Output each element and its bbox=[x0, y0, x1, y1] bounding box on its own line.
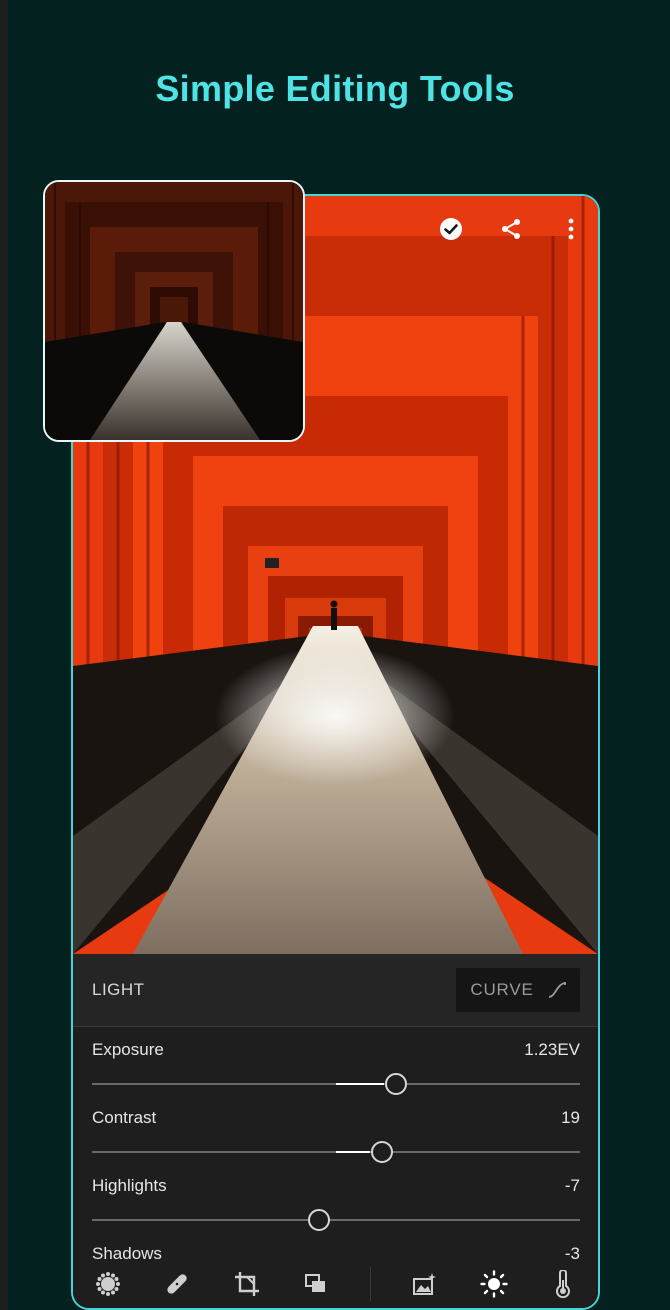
slider-label: Contrast bbox=[92, 1108, 157, 1127]
exposure-slider[interactable]: Exposure 1.23EV bbox=[92, 1040, 580, 1100]
tool-bar bbox=[73, 1260, 598, 1308]
slider-label: Highlights bbox=[92, 1176, 167, 1195]
auto-icon[interactable] bbox=[408, 1268, 440, 1300]
more-vertical-icon[interactable] bbox=[558, 216, 584, 242]
slider-thumb[interactable] bbox=[371, 1141, 394, 1163]
contrast-slider[interactable]: Contrast 19 bbox=[92, 1108, 580, 1168]
toolbar-divider bbox=[369, 1267, 371, 1301]
crop-icon[interactable] bbox=[231, 1268, 263, 1300]
slider-value: 1.23EV bbox=[524, 1040, 580, 1059]
slider-fill bbox=[336, 1151, 371, 1153]
slider-value: -7 bbox=[564, 1176, 580, 1195]
slider-fill bbox=[336, 1083, 385, 1085]
promo-title: Simple Editing Tools bbox=[155, 68, 515, 109]
left-edge bbox=[0, 0, 8, 1310]
curve-label: CURVE bbox=[470, 980, 534, 999]
slider-label: Exposure bbox=[92, 1040, 164, 1059]
before-thumbnail bbox=[43, 180, 305, 442]
highlights-slider[interactable]: Highlights -7 bbox=[92, 1176, 580, 1236]
color-temperature-icon[interactable] bbox=[547, 1268, 579, 1300]
panel-title: LIGHT bbox=[92, 980, 145, 999]
slider-thumb[interactable] bbox=[385, 1073, 408, 1095]
share-icon[interactable] bbox=[498, 216, 524, 242]
layers-icon[interactable] bbox=[300, 1268, 332, 1300]
slider-thumb[interactable] bbox=[307, 1209, 330, 1231]
curve-icon bbox=[548, 982, 566, 998]
light-icon[interactable] bbox=[478, 1268, 510, 1300]
photo-toolbar bbox=[438, 216, 584, 242]
slider-track bbox=[92, 1219, 580, 1221]
presets-icon[interactable] bbox=[92, 1268, 124, 1300]
heal-icon[interactable] bbox=[161, 1268, 193, 1300]
curve-button[interactable]: CURVE bbox=[456, 968, 580, 1012]
panel-header: LIGHT CURVE bbox=[73, 954, 598, 1027]
slider-value: 19 bbox=[561, 1108, 580, 1127]
check-circle-icon[interactable] bbox=[438, 216, 464, 242]
light-panel: LIGHT CURVE Exposure 1.23EV Contrast 19 … bbox=[73, 954, 598, 1308]
